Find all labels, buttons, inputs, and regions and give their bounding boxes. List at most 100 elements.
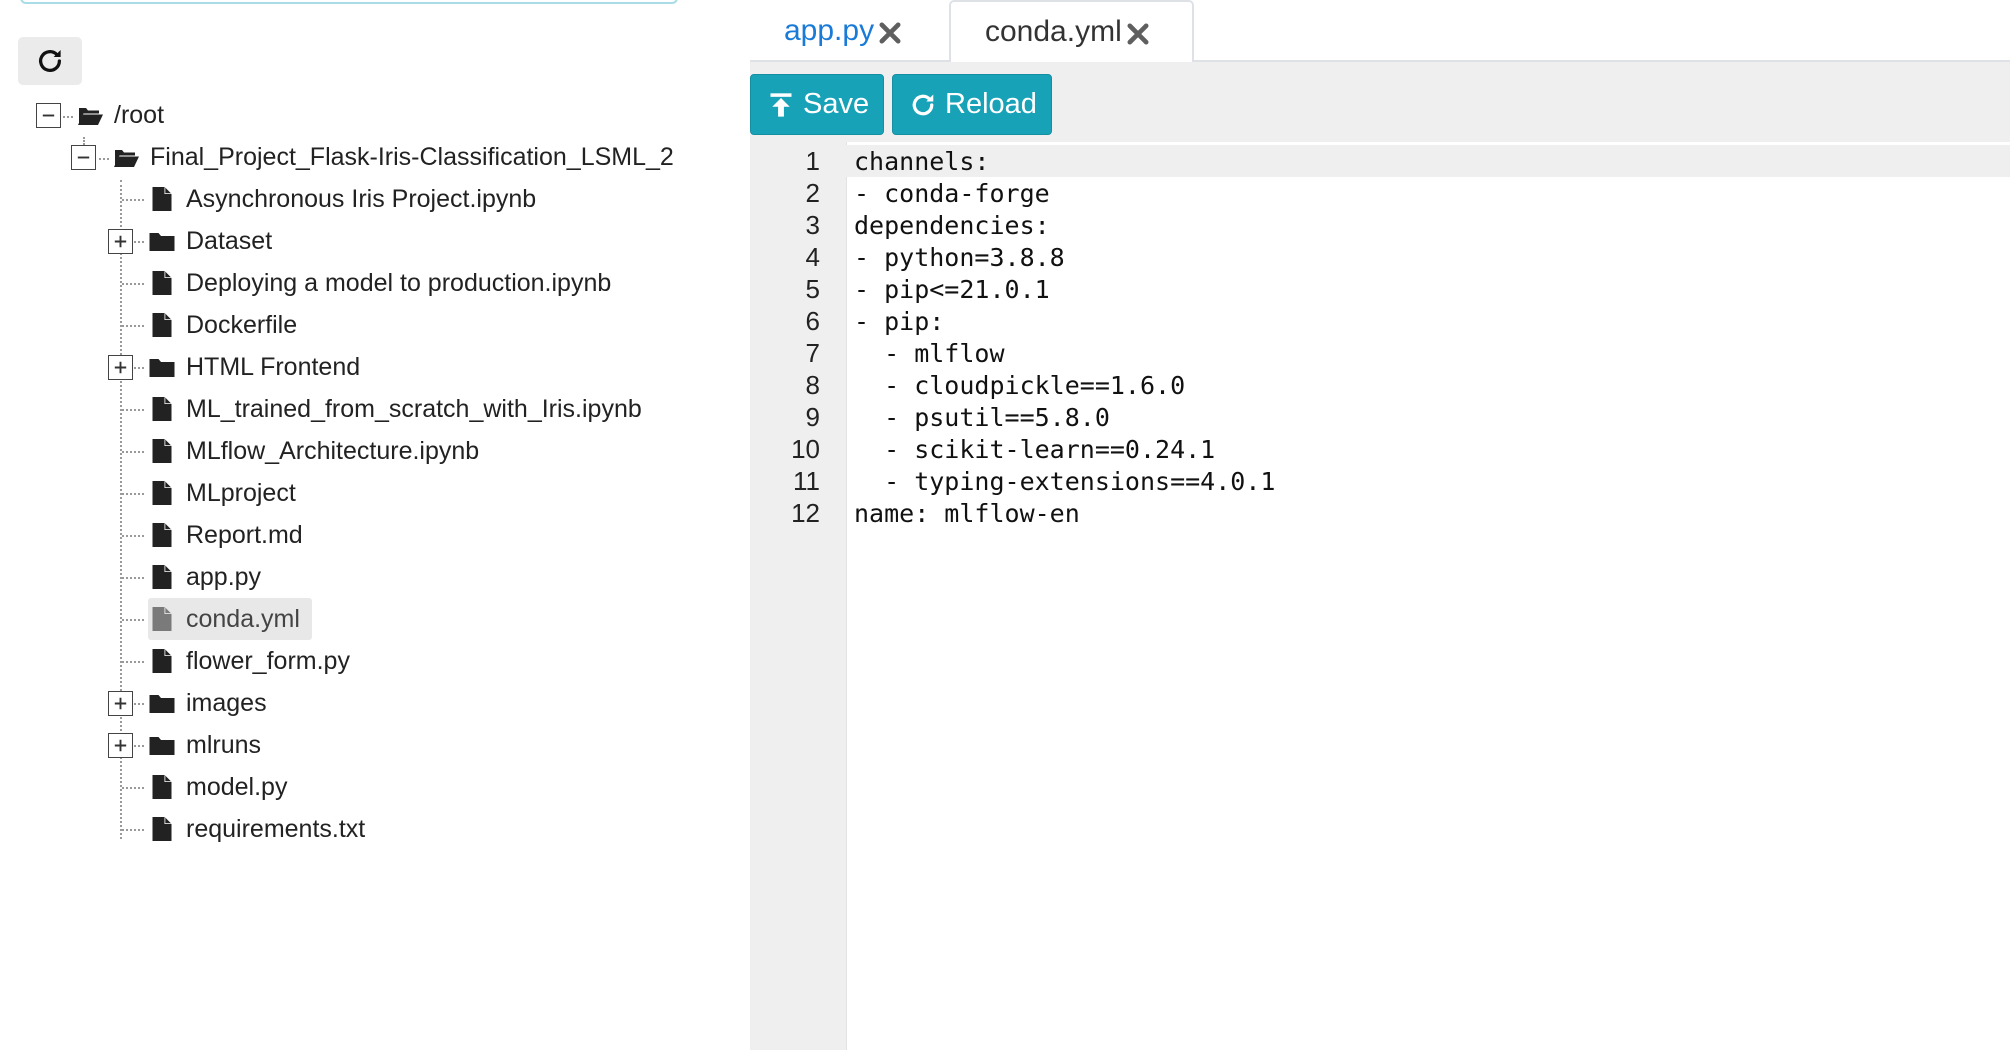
file-icon [148,269,176,297]
tree-connector [134,367,144,369]
tree-connector [122,661,144,663]
tree-item-flower-form-py[interactable]: flower_form.py [148,640,350,682]
tree-item-mlruns[interactable]: mlruns [148,724,261,766]
tree-connector [122,325,144,327]
tree-node-project-folder[interactable]: Final_Project_Flask-Iris-Classification_… [112,136,674,178]
upload-icon [770,92,792,117]
code-line[interactable]: 8 - cloudpickle==1.6.0 [750,369,2010,401]
tree-item-model-py[interactable]: model.py [148,766,287,808]
tree-connector [122,619,144,621]
tree-item-label: Final_Project_Flask-Iris-Classification_… [150,143,674,171]
tree-item-ml-trained-from-scratch-with-iris-ipynb[interactable]: ML_trained_from_scratch_with_Iris.ipynb [148,388,642,430]
code-line[interactable]: 10 - scikit-learn==0.24.1 [750,433,2010,465]
tab-label: conda.yml [985,15,1122,48]
editor-toolbar: Save Reload [750,62,2010,142]
line-text: - mlflow [854,338,1005,368]
line-text: - python=3.8.8 [854,242,1065,272]
code-line[interactable]: 12 name: mlflow-en [750,497,2010,529]
tree-item-label: Report.md [186,521,303,549]
code-editor[interactable]: 1 channels: 2 - conda-forge 3 dependencies: 4 -… [750,142,2010,1050]
collapse-root-toggle[interactable] [36,103,61,128]
folder-open-icon [76,101,104,129]
tab-app-py[interactable]: app.py [750,0,949,62]
code-line[interactable]: 6 - pip: [750,305,2010,337]
file-browser-panel: /root Final_Project_Flask-Iris-Classifica… [0,0,750,1050]
tree-item-label: conda.yml [186,605,300,633]
tree-item-conda-yml[interactable]: conda.yml [148,598,312,640]
code-line[interactable]: 2 - conda-forge [750,177,2010,209]
tree-item-label: flower_form.py [186,647,350,675]
tree-item-report-md[interactable]: Report.md [148,514,303,556]
line-number: 3 [805,209,820,240]
code-line[interactable]: 4 - python=3.8.8 [750,241,2010,273]
file-icon [148,395,176,423]
tree-item-label: model.py [186,773,288,801]
file-icon [148,479,176,507]
tree-connector [122,493,144,495]
code-line[interactable]: 3 dependencies: [750,209,2010,241]
file-icon [148,815,176,843]
line-text: - pip: [854,306,945,336]
file-tree: /root Final_Project_Flask-Iris-Classifica… [0,0,750,1050]
line-number: 2 [805,177,820,208]
tree-connector [122,451,144,453]
tree-connector [134,703,144,705]
tree-item-mlflow-architecture-ipynb[interactable]: MLflow_Architecture.ipynb [148,430,479,472]
tree-connector [134,241,144,243]
line-text: - conda-forge [854,178,1050,208]
tree-connector [122,787,144,789]
expand-mlruns-toggle[interactable] [108,733,133,758]
tree-item-app-py[interactable]: app.py [148,556,261,598]
tab-conda-yml[interactable]: conda.yml [949,0,1194,64]
folder-icon [148,731,176,759]
file-icon [148,311,176,339]
tree-item-deploying-a-model-to-production-ipynb[interactable]: Deploying a model to production.ipynb [148,262,611,304]
line-text: - pip<=21.0.1 [854,274,1050,304]
file-icon [148,647,176,675]
folder-icon [148,227,176,255]
line-number: 9 [805,401,820,432]
code-line[interactable]: 1 channels: [750,145,2010,177]
tree-item-label: images [186,689,267,717]
tree-item-label: Asynchronous Iris Project.ipynb [186,185,537,213]
collapse-project-toggle[interactable] [71,145,96,170]
tree-connector [122,535,144,537]
code-line[interactable]: 11 - typing-extensions==4.0.1 [750,465,2010,497]
tree-item-label: mlruns [186,731,262,759]
expand-dataset-toggle[interactable] [108,229,133,254]
code-line[interactable]: 5 - pip<=21.0.1 [750,273,2010,305]
tree-item-label: Dockerfile [186,311,298,339]
close-icon[interactable] [876,19,904,47]
line-text: channels: [854,146,990,176]
tree-item-dockerfile[interactable]: Dockerfile [148,304,297,346]
tree-item-images[interactable]: images [148,682,267,724]
tree-item-label: requirements.txt [186,815,366,843]
tree-item-asynchronous-iris-project-ipynb[interactable]: Asynchronous Iris Project.ipynb [148,178,536,220]
save-button[interactable]: Save [750,74,884,135]
line-number: 6 [805,305,820,336]
tree-item-mlproject[interactable]: MLproject [148,472,296,514]
save-label: Save [803,88,870,120]
code-line[interactable]: 7 - mlflow [750,337,2010,369]
file-icon [148,185,176,213]
line-number: 10 [791,433,820,464]
tab-bar: app.py conda.yml [750,0,2010,64]
expand-images-toggle[interactable] [108,691,133,716]
line-number: 7 [805,337,820,368]
tree-connector [122,577,144,579]
tree-item-requirements-txt[interactable]: requirements.txt [148,808,365,850]
expand-html-frontend-toggle[interactable] [108,355,133,380]
close-icon[interactable] [1124,20,1152,48]
folder-icon [148,353,176,381]
code-line[interactable]: 9 - psutil==5.8.0 [750,401,2010,433]
tree-item-html-frontend[interactable]: HTML Frontend [148,346,360,388]
file-icon [148,563,176,591]
line-text: - psutil==5.8.0 [854,402,1110,432]
tree-item-label: MLflow_Architecture.ipynb [186,437,480,465]
reload-button[interactable]: Reload [892,74,1052,135]
file-icon [148,773,176,801]
file-icon [148,605,176,633]
tree-node-root[interactable]: /root [76,94,164,136]
line-number: 1 [805,145,820,176]
tree-item-dataset[interactable]: Dataset [148,220,272,262]
